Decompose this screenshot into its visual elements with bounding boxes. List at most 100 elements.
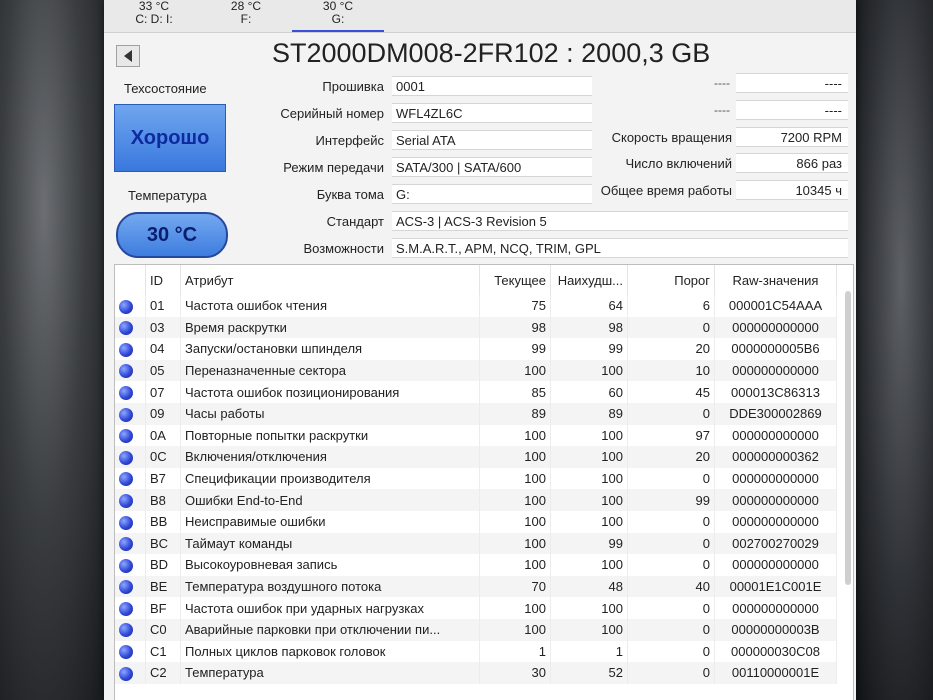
drive-tabs: 33 °C C: D: I: 28 °C F: 30 °C G: bbox=[104, 0, 856, 33]
status-cell bbox=[115, 467, 146, 490]
attribute-name: Полных циклов парковок головок bbox=[180, 640, 480, 663]
table-row[interactable]: 04 Запуски/остановки шпинделя 99 99 20 000000… bbox=[115, 338, 837, 360]
drive-letter-label: Буква тома bbox=[316, 187, 384, 202]
table-row[interactable]: BB Неисправимые ошибки 100 100 0 000000000000 bbox=[115, 510, 837, 533]
smart-attributes-table[interactable]: ID Атрибут Текущее Наихудш... Порог Raw-… bbox=[114, 264, 854, 700]
attribute-threshold: 97 bbox=[627, 424, 715, 447]
status-cell bbox=[115, 424, 146, 447]
attribute-name: Часы работы bbox=[180, 402, 480, 425]
health-status-button[interactable]: Хорошо bbox=[114, 104, 226, 172]
drive-tab-1[interactable]: 33 °C C: D: I: bbox=[108, 0, 200, 30]
status-cell bbox=[115, 489, 146, 511]
attribute-threshold: 0 bbox=[627, 597, 715, 619]
table-scrollbar[interactable] bbox=[845, 291, 851, 585]
drive-tab-2[interactable]: 28 °C F: bbox=[200, 0, 292, 30]
attribute-name: Частота ошибок позиционирования bbox=[180, 381, 480, 403]
status-dot-icon bbox=[119, 493, 133, 508]
threshold-column-header[interactable]: Порог bbox=[627, 265, 715, 295]
attribute-threshold: 45 bbox=[627, 381, 715, 403]
table-row[interactable]: 01 Частота ошибок чтения 75 64 6 000001C54AAA bbox=[115, 295, 837, 317]
drive-tab-letter: G: bbox=[331, 12, 345, 26]
power-on-count-label: Число включений bbox=[625, 156, 733, 171]
attribute-worst: 1 bbox=[550, 640, 628, 663]
attribute-current: 100 bbox=[479, 359, 551, 382]
table-row[interactable]: C1 Полных циклов парковок головок 1 1 0 00000… bbox=[115, 640, 837, 663]
attribute-id: 09 bbox=[145, 402, 181, 425]
table-row[interactable]: BF Частота ошибок при ударных нагрузках 10… bbox=[115, 597, 837, 619]
attribute-raw-value: 000000000000 bbox=[714, 489, 837, 511]
status-dot-icon bbox=[119, 385, 133, 400]
status-dot-icon bbox=[119, 537, 133, 552]
previous-disk-button[interactable] bbox=[116, 45, 140, 67]
attribute-threshold: 20 bbox=[627, 338, 715, 360]
attribute-worst: 64 bbox=[550, 295, 628, 317]
table-row[interactable]: 09 Часы работы 89 89 0 DDE300002869 bbox=[115, 402, 837, 425]
status-dot-icon bbox=[119, 623, 133, 638]
table-row[interactable]: B8 Ошибки End-to-End 100 100 99 000000000000 bbox=[115, 489, 837, 511]
attribute-worst: 100 bbox=[550, 554, 628, 576]
attribute-name: Неисправимые ошибки bbox=[180, 510, 480, 533]
table-row[interactable]: BC Таймаут команды 100 99 0 002700270029 bbox=[115, 532, 837, 555]
attribute-current: 100 bbox=[479, 510, 551, 533]
table-row[interactable]: 0A Повторные попытки раскрутки 100 100 97 000… bbox=[115, 424, 837, 447]
table-row[interactable]: 0C Включения/отключения 100 100 20 0000000003… bbox=[115, 446, 837, 468]
attribute-worst: 89 bbox=[550, 402, 628, 425]
unused-label-2: ---- bbox=[714, 103, 730, 117]
attribute-worst: 100 bbox=[550, 424, 628, 447]
table-row[interactable]: 07 Частота ошибок позиционирования 85 60 45 0… bbox=[115, 381, 837, 403]
attribute-id: C1 bbox=[145, 640, 181, 663]
power-on-count-value: 866 раз bbox=[736, 153, 848, 173]
attribute-column-header[interactable]: Атрибут bbox=[180, 265, 480, 295]
table-row[interactable]: 03 Время раскрутки 98 98 0 000000000000 bbox=[115, 316, 837, 339]
attribute-threshold: 6 bbox=[627, 295, 715, 317]
attribute-worst: 100 bbox=[550, 467, 628, 490]
attribute-raw-value: 000000000000 bbox=[714, 359, 837, 382]
table-row[interactable]: BE Температура воздушного потока 70 48 40 000… bbox=[115, 575, 837, 598]
drive-tab-letter: F: bbox=[240, 12, 252, 26]
status-column-header[interactable] bbox=[115, 265, 146, 295]
attribute-raw-value: 000000000000 bbox=[714, 316, 837, 339]
table-row[interactable]: BD Высокоуровневая запись 100 100 0 000000000… bbox=[115, 554, 837, 576]
rotation-value: 7200 RPM bbox=[736, 127, 848, 147]
attribute-raw-value: 000000000000 bbox=[714, 424, 837, 447]
attribute-raw-value: 00110000001E bbox=[714, 662, 837, 684]
status-cell bbox=[115, 532, 146, 555]
table-row[interactable]: C2 Температура 30 52 0 00110000001E bbox=[115, 662, 837, 684]
attribute-threshold: 0 bbox=[627, 640, 715, 663]
status-cell bbox=[115, 597, 146, 619]
status-cell bbox=[115, 381, 146, 403]
table-row[interactable]: 05 Переназначенные сектора 100 100 10 0000000… bbox=[115, 359, 837, 382]
current-column-header[interactable]: Текущее bbox=[479, 265, 551, 295]
attribute-id: BC bbox=[145, 532, 181, 555]
status-dot-icon bbox=[119, 407, 133, 422]
power-on-hours-value: 10345 ч bbox=[736, 180, 848, 200]
drive-tab-letter: C: D: I: bbox=[135, 12, 173, 26]
attribute-current: 30 bbox=[479, 662, 551, 684]
worst-column-header[interactable]: Наихудш... bbox=[550, 265, 628, 295]
arrow-left-icon bbox=[124, 50, 132, 62]
attribute-name: Повторные попытки раскрутки bbox=[180, 424, 480, 447]
attribute-raw-value: 000013C86313 bbox=[714, 381, 837, 403]
status-dot-icon bbox=[119, 342, 133, 357]
attribute-worst: 52 bbox=[550, 662, 628, 684]
attribute-raw-value: 000000000000 bbox=[714, 467, 837, 490]
attribute-id: C2 bbox=[145, 662, 181, 684]
status-dot-icon bbox=[119, 450, 133, 465]
table-row[interactable]: B7 Спецификации производителя 100 100 0 00000… bbox=[115, 467, 837, 490]
status-cell bbox=[115, 618, 146, 641]
attribute-id: BB bbox=[145, 510, 181, 533]
temperature-status-button[interactable]: 30 °C bbox=[116, 212, 228, 258]
attribute-id: 05 bbox=[145, 359, 181, 382]
attribute-worst: 100 bbox=[550, 359, 628, 382]
attribute-raw-value: 000001C54AAA bbox=[714, 295, 837, 317]
raw-column-header[interactable]: Raw-значения bbox=[714, 265, 837, 295]
attribute-id: 03 bbox=[145, 316, 181, 339]
table-row[interactable]: C0 Аварийные парковки при отключении пи..… bbox=[115, 618, 837, 641]
drive-tab-3[interactable]: 30 °C G: bbox=[292, 0, 384, 32]
disk-title: ST2000DM008-2FR102 : 2000,3 GB bbox=[272, 38, 711, 68]
status-dot-icon bbox=[119, 558, 133, 573]
status-cell bbox=[115, 662, 146, 684]
status-dot-icon bbox=[119, 321, 133, 336]
attribute-worst: 98 bbox=[550, 316, 628, 339]
id-column-header[interactable]: ID bbox=[145, 265, 181, 295]
